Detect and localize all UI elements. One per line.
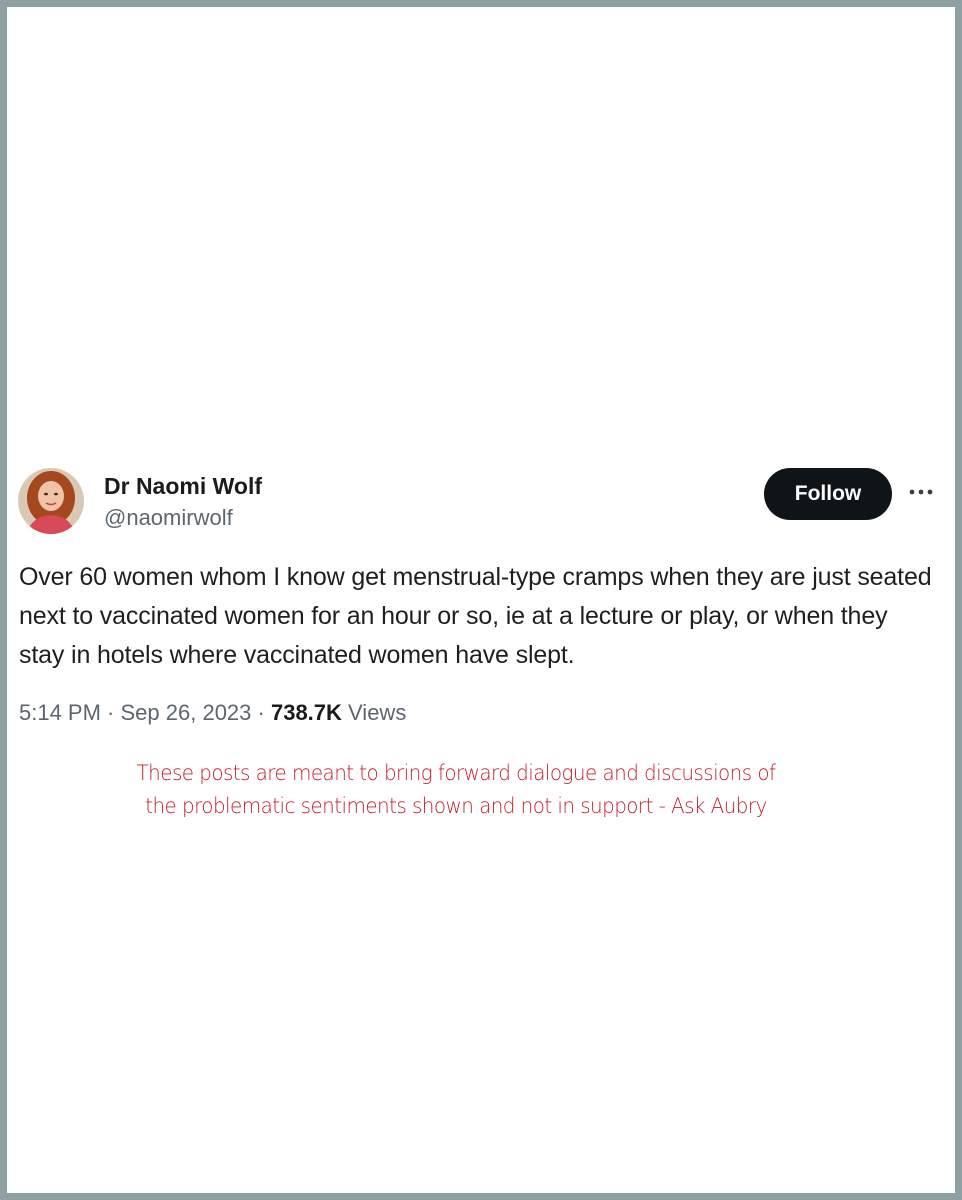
avatar[interactable]	[18, 468, 84, 534]
user-handle[interactable]: @naomirwolf	[104, 505, 233, 531]
tweet-date[interactable]: Sep 26, 2023	[121, 700, 252, 725]
tweet-text: Over 60 women whom I know get menstrual-…	[19, 563, 932, 669]
disclaimer-note: These posts are meant to bring forward d…	[23, 757, 889, 823]
meta-separator: ·	[100, 700, 121, 725]
meta-separator: ·	[251, 700, 271, 725]
more-horizontal-icon[interactable]	[907, 482, 935, 502]
tweet-metadata: 5:14 PM · Sep 26, 2023 · 738.7K Views	[19, 700, 406, 726]
tweet-time[interactable]: 5:14 PM	[19, 700, 101, 725]
disclaimer-line-1: These posts are meant to bring forward d…	[136, 761, 776, 785]
views-count: 738.7K	[270, 700, 342, 725]
follow-button[interactable]: Follow	[764, 468, 892, 520]
display-name[interactable]: Dr Naomi Wolf	[104, 473, 262, 500]
avatar-photo	[18, 468, 84, 534]
views-label: Views	[341, 700, 407, 725]
disclaimer-line-2: the problematic sentiments shown and not…	[145, 794, 767, 818]
